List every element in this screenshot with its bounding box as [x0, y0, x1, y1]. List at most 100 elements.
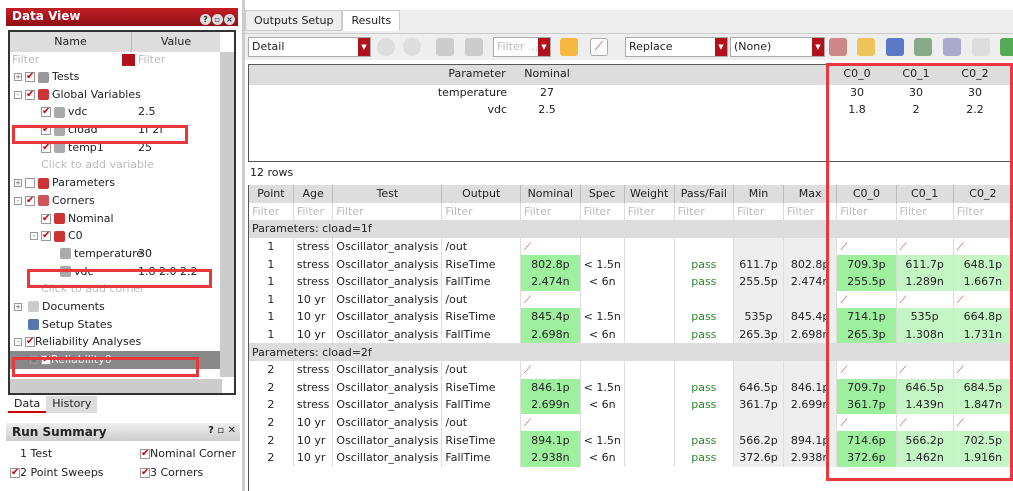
- close-icon[interactable]: ×: [224, 14, 235, 25]
- tree-filter-row: Filter Filter: [10, 52, 220, 68]
- plot-mode-value: Replace: [629, 40, 673, 53]
- tab-data[interactable]: Data: [8, 396, 47, 413]
- tree-item-temperature[interactable]: temperature 30: [10, 245, 234, 263]
- expand-icon[interactable]: +: [14, 179, 22, 188]
- tab-outputs-setup[interactable]: Outputs Setup: [245, 10, 343, 31]
- column-header[interactable]: Weight: [624, 185, 675, 203]
- plot-icon[interactable]: ⟋: [590, 38, 608, 56]
- column-filter-input[interactable]: Filter: [624, 202, 675, 221]
- plot-icon[interactable]: ⟋: [520, 237, 581, 256]
- checkbox[interactable]: ✔: [41, 231, 51, 242]
- cell-spec: < 1.5n: [580, 308, 625, 326]
- run-summary-titlebar: Run Summary ? ▫ ✕: [6, 423, 240, 441]
- columns-icon[interactable]: [465, 38, 483, 56]
- tree-item-global-variables[interactable]: - ✔ Global Variables: [10, 86, 234, 104]
- column-header[interactable]: Spec: [580, 185, 625, 203]
- name-column-header[interactable]: Name: [10, 32, 132, 52]
- value-filter-input[interactable]: Filter: [132, 52, 220, 68]
- next-icon[interactable]: [403, 38, 421, 56]
- tree-item-c0[interactable]: - ✔ C0: [10, 227, 234, 245]
- compare-icon[interactable]: [914, 38, 932, 56]
- column-header[interactable]: Min: [733, 185, 784, 203]
- thermometer-icon: [54, 213, 65, 224]
- expand-icon[interactable]: +: [14, 302, 22, 311]
- cell-age: stress: [293, 378, 334, 397]
- tree-item-tests[interactable]: + ✔ Tests: [10, 68, 234, 86]
- checkbox[interactable]: [25, 178, 35, 189]
- tab-history[interactable]: History: [46, 396, 98, 413]
- settings-icon[interactable]: [436, 38, 454, 56]
- float-icon[interactable]: ▫: [212, 14, 223, 25]
- column-header[interactable]: Nominal: [520, 185, 581, 203]
- help-icon[interactable]: ?: [200, 14, 211, 25]
- tree-item-setup-states[interactable]: Setup States: [10, 316, 234, 334]
- collapse-icon[interactable]: -: [14, 90, 22, 99]
- view-select[interactable]: Detail ▼: [248, 37, 371, 57]
- column-filter-input[interactable]: Filter: [249, 202, 294, 221]
- column-filter-input[interactable]: Filter: [332, 202, 443, 221]
- column-filter-input[interactable]: Filter: [520, 202, 581, 221]
- history-select-value: (None): [734, 40, 772, 53]
- tree-items: + ✔ Tests - ✔ Global Variables ✔ vdc 2.5 ✔ cload 1f…: [10, 68, 234, 369]
- column-header[interactable]: Age: [293, 185, 334, 203]
- tab-results[interactable]: Results: [342, 10, 401, 31]
- tree-item-documents[interactable]: + Documents: [10, 298, 234, 316]
- tree-horizontal-scrollbar[interactable]: [10, 379, 222, 393]
- tree-item-reliability-analyses[interactable]: - ✔Reliability Analyses: [10, 333, 234, 351]
- collapse-icon[interactable]: -: [14, 196, 22, 205]
- column-filter-input[interactable]: Filter: [441, 202, 522, 221]
- plot-icon[interactable]: ⟋: [520, 413, 581, 432]
- column-filter-input[interactable]: Filter: [674, 202, 735, 221]
- history-select[interactable]: (None) ▼: [730, 37, 825, 57]
- column-header[interactable]: Pass/Fail: [674, 185, 735, 203]
- checkbox[interactable]: ✔: [41, 107, 51, 118]
- collapse-icon[interactable]: -: [14, 338, 22, 347]
- edit-icon[interactable]: [857, 38, 875, 56]
- checkbox-icon: ✔: [140, 467, 150, 478]
- column-header[interactable]: Output: [441, 185, 522, 203]
- collapse-icon[interactable]: -: [30, 232, 38, 241]
- cell-min: [733, 290, 784, 309]
- cell-min: [733, 237, 784, 256]
- tree-item-vdc[interactable]: ✔ vdc 2.5: [10, 103, 234, 121]
- tree-item-corners[interactable]: - ✔ Corners: [10, 192, 234, 210]
- column-filter-input[interactable]: Filter: [580, 202, 625, 221]
- filter-dropdown-icon[interactable]: [122, 54, 135, 66]
- tree-item-parameters[interactable]: + Parameters: [10, 174, 234, 192]
- prev-icon[interactable]: [377, 38, 395, 56]
- plot-icon[interactable]: ⟋: [520, 290, 581, 309]
- checkbox[interactable]: ✔: [25, 195, 35, 206]
- checklist-icon[interactable]: [886, 38, 904, 56]
- tree-item-click-to-add-variable[interactable]: Click to add variable: [10, 156, 234, 174]
- inspect-icon[interactable]: [943, 38, 961, 56]
- cell-test: Oscillator_analysis: [332, 237, 443, 256]
- checkbox[interactable]: ✔: [25, 72, 35, 82]
- tree-item-nominal[interactable]: ✔ Nominal: [10, 210, 234, 228]
- column-header[interactable]: Test: [332, 185, 443, 203]
- checkbox[interactable]: ✔: [41, 213, 51, 224]
- cell-age: stress: [293, 360, 334, 379]
- cell-test: Oscillator_analysis: [332, 396, 443, 414]
- checkbox-icon: ✔: [140, 448, 150, 459]
- checkbox[interactable]: ✔: [41, 142, 51, 153]
- cell-spec: < 1.5n: [580, 255, 625, 273]
- cell-weight: [624, 290, 675, 309]
- name-filter-input[interactable]: Filter: [10, 52, 132, 68]
- column-header[interactable]: Point: [249, 185, 294, 203]
- checkbox[interactable]: ✔: [25, 89, 35, 100]
- column-filter-input[interactable]: Filter: [733, 202, 784, 221]
- plot-mode-select[interactable]: Replace ▼: [625, 37, 728, 57]
- more-icon[interactable]: [1000, 38, 1013, 56]
- filter-input[interactable]: Filter ... ▼: [493, 37, 551, 57]
- plot-icon[interactable]: ⟋: [520, 360, 581, 379]
- export-icon[interactable]: [972, 38, 990, 56]
- display-icon[interactable]: [560, 38, 578, 56]
- tree-scrollbar[interactable]: [220, 52, 234, 377]
- splitter[interactable]: [242, 0, 245, 491]
- run-summary-controls[interactable]: ? ▫ ✕: [208, 425, 236, 436]
- expand-icon[interactable]: +: [14, 73, 22, 81]
- value-column-header[interactable]: Value: [132, 32, 220, 52]
- toolbar-action-icon-1[interactable]: [829, 38, 847, 56]
- column-filter-input[interactable]: Filter: [293, 202, 334, 221]
- checkbox[interactable]: ✔: [25, 337, 35, 348]
